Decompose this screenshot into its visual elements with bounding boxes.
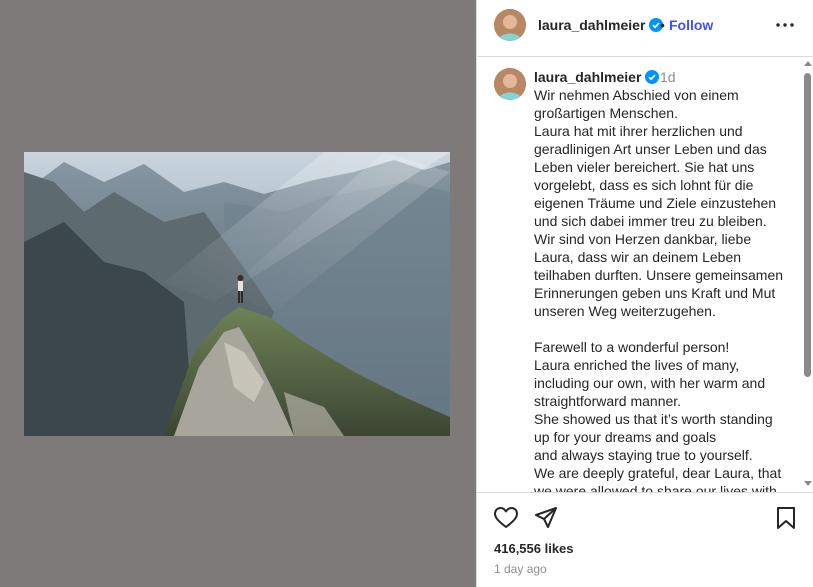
caption-line: and always staying true to yourself. (534, 447, 753, 463)
caption-line: unseren Weg weiterzugehen. (534, 303, 716, 319)
post-header: laura_dahlmeier • Follow (477, 0, 813, 57)
header-username[interactable]: laura_dahlmeier (538, 17, 664, 33)
caption-line: vorgelebt, dass es sich lohnt für die (534, 177, 754, 193)
caption-line: Laura hat mit ihrer herzlichen und (534, 123, 743, 139)
verified-badge-icon (645, 70, 660, 84)
caption-line: We are deeply grateful, dear Laura, that (534, 465, 782, 481)
post-sidebar: laura_dahlmeier • Follow laura_dahlmeier… (476, 0, 813, 587)
caption-line: up for your dreams and goals (534, 429, 717, 445)
comments-scroll-area[interactable]: laura_dahlmeier 1d Wir nehmen Abschied v… (477, 57, 813, 493)
separator-dot: • (660, 17, 665, 33)
caption-username[interactable]: laura_dahlmeier (534, 69, 660, 85)
caption-line: Erinnerungen geben uns Kraft und Mut (534, 285, 776, 301)
caption-line: Wir sind von Herzen dankbar, liebe (534, 231, 752, 247)
caption-text: Wir nehmen Abschied von einem großartige… (534, 86, 796, 493)
caption-line: Leben vieler bereichert. Sie hat uns (534, 159, 755, 175)
caption-time[interactable]: 1d (660, 69, 676, 85)
avatar[interactable] (494, 9, 526, 41)
post-date[interactable]: 1 day ago (494, 562, 547, 576)
caption-line: She showed us that it’s worth standing (534, 411, 773, 427)
bookmark-icon[interactable] (773, 505, 799, 531)
scroll-up-arrow-icon[interactable] (804, 61, 812, 66)
caption-line: eigenen Träume und Ziele einzustehen (534, 195, 777, 211)
follow-button[interactable]: Follow (669, 17, 713, 33)
caption-line: straightforward manner. (534, 393, 682, 409)
heart-icon[interactable] (493, 505, 519, 531)
caption-username-text[interactable]: laura_dahlmeier (534, 69, 641, 85)
caption-line: we were allowed to share our lives with (534, 483, 777, 493)
post-actions: 416,556 likes 1 day ago (477, 493, 813, 587)
scrollbar-thumb[interactable] (804, 73, 811, 377)
caption-line: including our own, with her warm and (534, 375, 766, 391)
paper-plane-icon[interactable] (533, 505, 559, 531)
more-options-icon[interactable] (775, 17, 795, 33)
caption-line: Laura, dass wir an deinem Leben (534, 249, 742, 265)
caption-line: Farewell to a wonderful person! (534, 339, 730, 355)
post-photo[interactable] (24, 152, 450, 436)
caption-line (534, 320, 796, 338)
caption-line: teilhaben durften. Unsere gemeinsamen (534, 267, 784, 283)
caption-line: Laura enriched the lives of many, (534, 357, 740, 373)
likes-count[interactable]: 416,556 likes (494, 541, 574, 556)
media-pane (0, 0, 476, 587)
scrollbar[interactable] (802, 57, 813, 492)
scroll-down-arrow-icon[interactable] (804, 481, 812, 486)
caption-line: und sich dabei immer treu zu bleiben. (534, 213, 767, 229)
caption-line: geradlinigen Art unser Leben und das (534, 141, 767, 157)
caption-avatar[interactable] (494, 68, 526, 100)
caption-line: großartigen Menschen. (534, 105, 678, 121)
caption-line: Wir nehmen Abschied von einem (534, 87, 739, 103)
header-username-text[interactable]: laura_dahlmeier (538, 17, 645, 33)
